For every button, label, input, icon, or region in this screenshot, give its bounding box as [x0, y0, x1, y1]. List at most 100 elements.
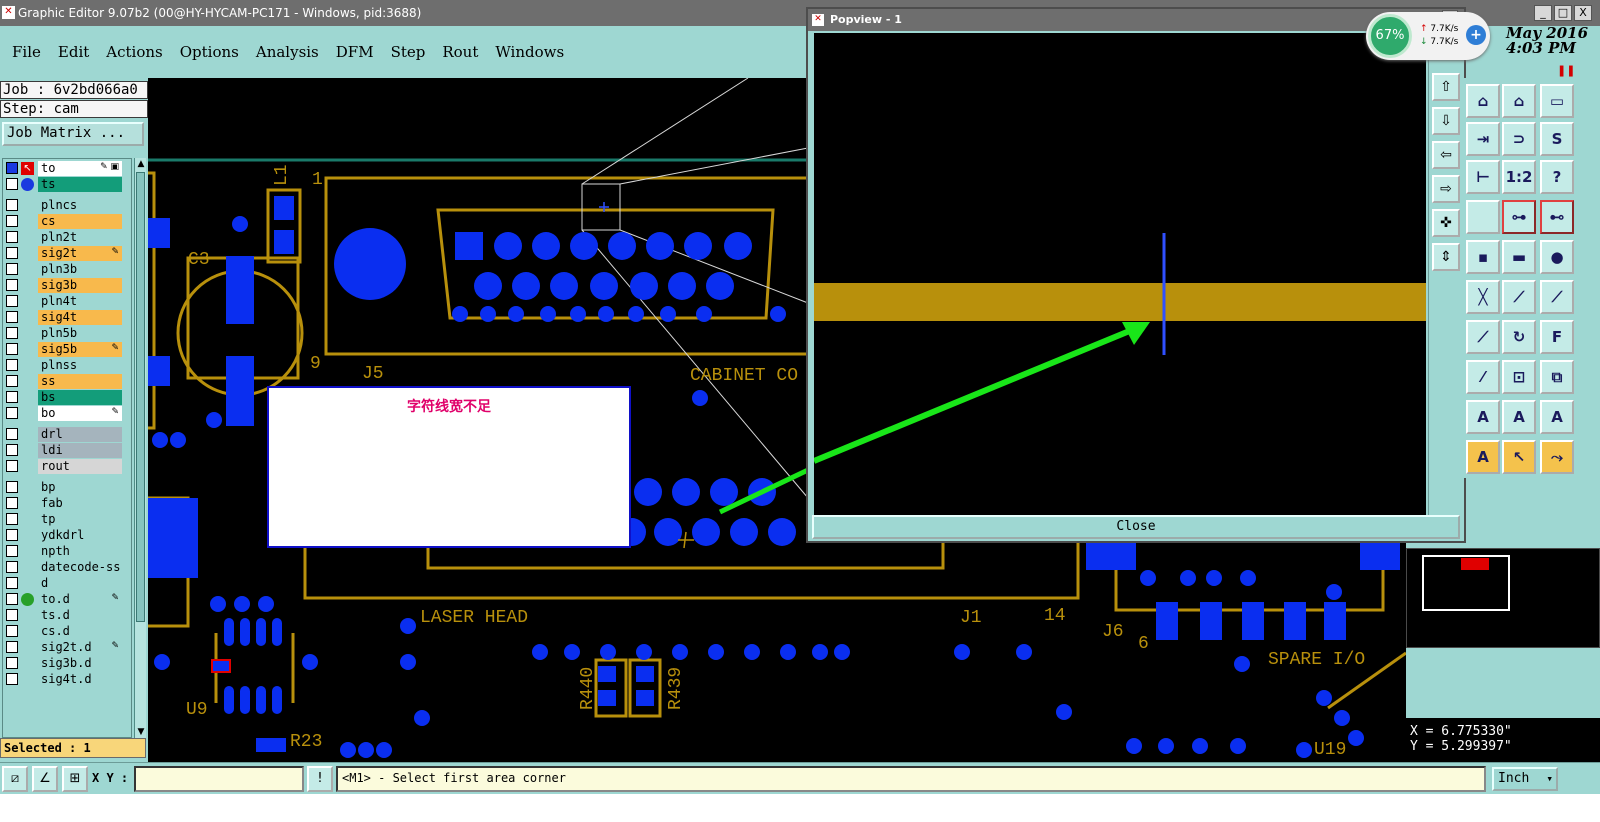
scrollbar-thumb[interactable]: [136, 172, 145, 622]
text-add-icon[interactable]: A: [1466, 400, 1500, 434]
layer-name[interactable]: sig5b: [38, 342, 122, 357]
layer-row-ts-d[interactable]: ts.d: [5, 608, 122, 623]
layer-row-ydkdrl[interactable]: ydkdrl: [5, 528, 122, 543]
layer-row-tp[interactable]: tp: [5, 512, 122, 527]
layer-row-to-d[interactable]: to.d ✎: [5, 592, 122, 607]
layer-name[interactable]: pln2t: [38, 230, 122, 245]
tool-zoom-icon[interactable]: ⌂: [1466, 84, 1500, 118]
zoom-box-icon[interactable]: ⧄: [2, 766, 28, 792]
measure-icon[interactable]: ⊢: [1466, 160, 1500, 194]
layer-checkbox[interactable]: [6, 545, 18, 557]
pad-icon[interactable]: ●: [1540, 240, 1574, 274]
view-window-icon[interactable]: ▭: [1540, 84, 1574, 118]
layer-name[interactable]: ldi: [38, 443, 122, 458]
layer-checkbox[interactable]: [6, 641, 18, 653]
menu-analysis[interactable]: Analysis: [256, 43, 319, 61]
layer-row-sig4t[interactable]: sig4t: [5, 310, 122, 325]
scale-icon[interactable]: 1:2: [1502, 160, 1536, 194]
layer-name[interactable]: pln4t: [38, 294, 122, 309]
redraw-icon[interactable]: ⊃: [1502, 122, 1536, 156]
layer-checkbox[interactable]: [6, 231, 18, 243]
layer-row-pln3b[interactable]: pln3b: [5, 262, 122, 277]
layer-name[interactable]: bp: [38, 480, 122, 495]
scroll-up-icon[interactable]: ▲: [135, 158, 147, 170]
layer-checkbox[interactable]: [6, 327, 18, 339]
layer-checkbox[interactable]: [6, 295, 18, 307]
layer-name[interactable]: datecode-ss: [38, 560, 122, 575]
layer-name[interactable]: drl: [38, 427, 122, 442]
layer-row-cs-d[interactable]: cs.d: [5, 624, 122, 639]
app-icon[interactable]: ✕: [2, 6, 15, 19]
menu-step[interactable]: Step: [391, 43, 426, 61]
boost-plus-icon[interactable]: +: [1466, 25, 1486, 45]
layer-row-sig3b-d[interactable]: sig3b.d: [5, 656, 122, 671]
layer-name[interactable]: ydkdrl: [38, 528, 122, 543]
layer-row-ss[interactable]: ss: [5, 374, 122, 389]
select-path-icon[interactable]: ⤳: [1540, 440, 1574, 474]
blank-icon[interactable]: [1466, 200, 1500, 234]
layer-checkbox[interactable]: [6, 625, 18, 637]
layer-name[interactable]: sig4t.d: [38, 672, 122, 687]
zoom-in-icon[interactable]: ✜: [1432, 209, 1460, 237]
layer-name[interactable]: sig3b: [38, 278, 122, 293]
ruler-icon[interactable]: ▬: [1502, 240, 1536, 274]
layer-name[interactable]: plncs: [38, 198, 122, 213]
layer-checkbox[interactable]: [6, 343, 18, 355]
mirror-icon[interactable]: F: [1540, 320, 1574, 354]
layer-checkbox[interactable]: [6, 673, 18, 685]
menu-dfm[interactable]: DFM: [336, 43, 374, 61]
help-icon[interactable]: ?: [1540, 160, 1574, 194]
layer-list-scrollbar[interactable]: ▲ ▼: [134, 158, 146, 738]
layer-name[interactable]: cs.d: [38, 624, 122, 639]
layer-checkbox[interactable]: [6, 375, 18, 387]
job-matrix-button[interactable]: Job Matrix ...: [2, 122, 144, 146]
layer-name[interactable]: d: [38, 576, 122, 591]
scroll-down-icon[interactable]: ▼: [135, 726, 147, 738]
select-pointer-icon[interactable]: ↖: [1502, 440, 1536, 474]
layer-name[interactable]: fab: [38, 496, 122, 511]
layer-name[interactable]: sig3b.d: [38, 656, 122, 671]
layer-row-bs[interactable]: bs: [5, 390, 122, 405]
line-add-icon[interactable]: ╳: [1466, 280, 1500, 314]
select-a-icon[interactable]: A: [1466, 440, 1500, 474]
layer-row-pln2t[interactable]: pln2t: [5, 230, 122, 245]
layer-row-bp[interactable]: bp: [5, 480, 122, 495]
layer-row-ldi[interactable]: ldi: [5, 443, 122, 458]
dimension-icon[interactable]: ⊡: [1502, 360, 1536, 394]
pan-left-icon[interactable]: ⇦: [1432, 141, 1460, 169]
layer-checkbox[interactable]: [6, 481, 18, 493]
net-connect-icon[interactable]: ⊶: [1502, 200, 1536, 234]
layer-row-ts[interactable]: ts: [5, 177, 122, 192]
popview-app-icon[interactable]: ✕: [812, 14, 824, 26]
popview-title-bar[interactable]: ✕ Popview - 1: [808, 9, 1464, 31]
layer-row-pln4t[interactable]: pln4t: [5, 294, 122, 309]
layer-name[interactable]: pln3b: [38, 262, 122, 277]
xy-input[interactable]: [134, 766, 304, 792]
rotate-icon[interactable]: ↻: [1502, 320, 1536, 354]
layer-icon[interactable]: ▪: [1466, 240, 1500, 274]
menu-edit[interactable]: Edit: [58, 43, 89, 61]
menu-rout[interactable]: Rout: [442, 43, 478, 61]
menu-options[interactable]: Options: [180, 43, 239, 61]
pad-group-icon[interactable]: ⧉: [1540, 360, 1574, 394]
layer-name[interactable]: to.d: [38, 592, 122, 607]
layer-checkbox[interactable]: [6, 311, 18, 323]
layer-checkbox[interactable]: [6, 657, 18, 669]
layer-row-cs[interactable]: cs: [5, 214, 122, 229]
measure-angle-icon[interactable]: ∠: [32, 766, 58, 792]
layer-row-npth[interactable]: npth: [5, 544, 122, 559]
layer-name[interactable]: sig4t: [38, 310, 122, 325]
close-window-button[interactable]: X: [1574, 5, 1592, 21]
layer-checkbox[interactable]: [6, 577, 18, 589]
layer-checkbox[interactable]: [6, 162, 18, 174]
layer-row-d[interactable]: d: [5, 576, 122, 591]
layer-row-datecode-ss[interactable]: datecode-ss: [5, 560, 122, 575]
layer-name[interactable]: pln5b: [38, 326, 122, 341]
menu-actions[interactable]: Actions: [106, 43, 162, 61]
layer-name[interactable]: sig2t.d: [38, 640, 122, 655]
layer-name[interactable]: tp: [38, 512, 122, 527]
layer-checkbox[interactable]: [6, 444, 18, 456]
home-icon[interactable]: ⌂: [1502, 84, 1536, 118]
line-edit-icon[interactable]: ⟋: [1540, 280, 1574, 314]
layer-name[interactable]: ts: [38, 177, 122, 192]
